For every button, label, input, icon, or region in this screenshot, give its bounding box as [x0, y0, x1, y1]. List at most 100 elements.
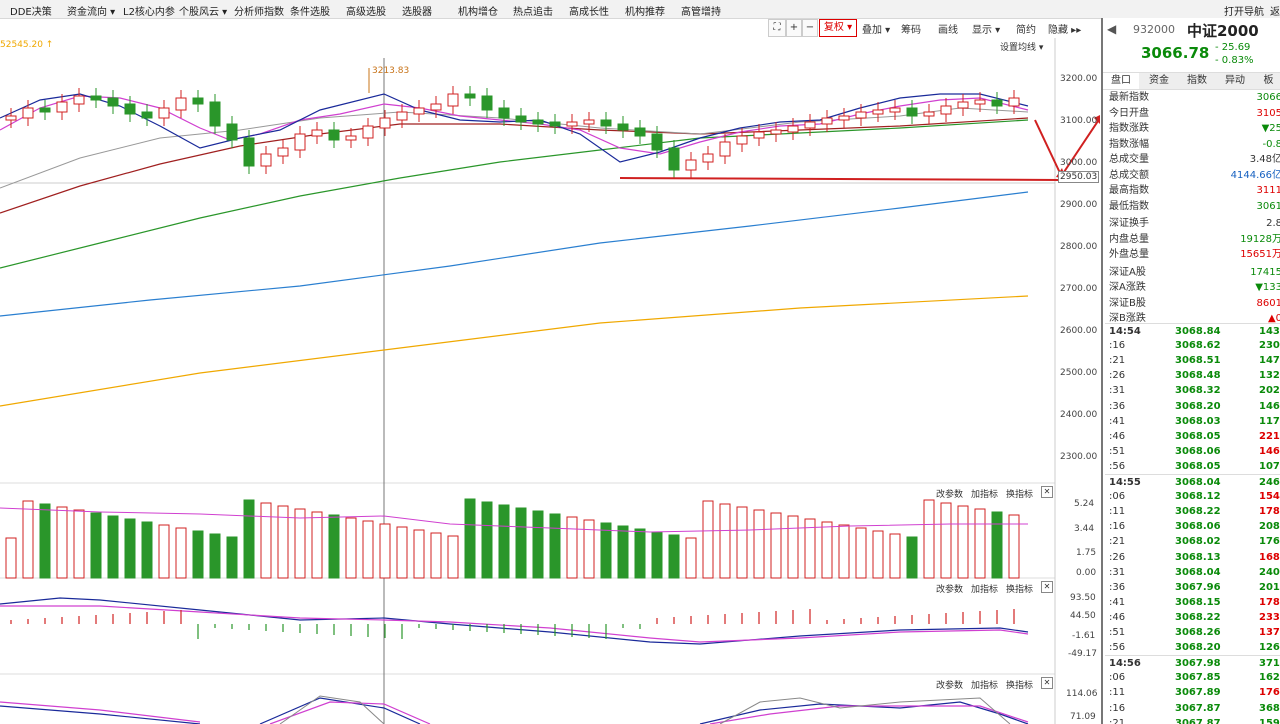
kdj-close-icon[interactable]: ✕ [1041, 677, 1053, 689]
tick-price: 3068.03 [1175, 415, 1221, 427]
fuquan-dropdown[interactable]: 复权 ▾ [819, 19, 857, 37]
vol-y-label: 5.24 [1074, 499, 1095, 509]
tick-volume: 1471 [1259, 355, 1280, 367]
volume-bar [56, 506, 68, 579]
kdj-edit-params-link[interactable]: 改参数 [936, 678, 963, 691]
macd-dif-line [0, 597, 1029, 645]
candle-body [294, 133, 306, 151]
kline-chart-area[interactable]: 52545.20 ↑ 3213.83 设置均线 ▾ 2950.03 3200.0… [0, 38, 1100, 724]
y-label: 2900.00 [1060, 200, 1098, 210]
tick-price: 3067.98 [1175, 658, 1221, 670]
macd-edit-params-link[interactable]: 改参数 [936, 582, 963, 595]
menu-l2[interactable]: L2核心内参 [123, 3, 175, 18]
menu-high-growth[interactable]: 高成长性 [569, 3, 609, 18]
tab-fund[interactable]: 资金 [1141, 73, 1177, 89]
simple-mode-button[interactable]: 简约 [1016, 21, 1036, 36]
candle-body [634, 127, 646, 137]
tab-sector[interactable]: 板 [1255, 73, 1280, 89]
tick-volume: 1375 [1259, 627, 1280, 638]
menu-condition-select[interactable]: 条件选股 [290, 3, 330, 18]
candle-body [685, 159, 697, 171]
candle-body [362, 125, 374, 139]
volume-bar [192, 530, 204, 579]
stat-value: 3066 [1256, 92, 1280, 103]
volume-bar [226, 536, 238, 579]
ma60-line [0, 119, 1029, 269]
zoom-out-icon[interactable]: − [802, 19, 818, 37]
candle-body [872, 109, 884, 115]
stat-row: 指数涨幅 -0.8 [1109, 137, 1280, 152]
index-code: 932000 [1133, 23, 1175, 36]
stat-value: 17415 [1250, 266, 1280, 278]
kdj-switch-indicator-link[interactable]: 换指标 [1006, 678, 1033, 691]
tick-row: :46 3068.22 2335 [1105, 610, 1280, 625]
tab-index[interactable]: 指数 [1179, 73, 1215, 89]
vol-close-icon[interactable]: ✕ [1041, 486, 1053, 498]
vol-edit-params-link[interactable]: 改参数 [936, 487, 963, 500]
tick-time: :56 [1109, 642, 1126, 654]
stat-row: 深证换手 2.8 [1109, 216, 1280, 231]
menu-analyst-index[interactable]: 分析师指数 [234, 3, 284, 18]
menu-advanced-select[interactable]: 高级选股 [346, 3, 386, 18]
index-change-pct: - 0.83% [1215, 55, 1254, 66]
macd-add-indicator-link[interactable]: 加指标 [971, 582, 998, 595]
tick-time: :36 [1109, 400, 1126, 412]
tick-volume: 2335 [1259, 611, 1280, 623]
volume-bar [447, 535, 459, 579]
stat-label: 最高指数 [1109, 185, 1149, 196]
candle-body [5, 115, 17, 121]
candle-body [702, 153, 714, 163]
kdj-add-indicator-link[interactable]: 加指标 [971, 678, 998, 691]
menu-stock-picker[interactable]: 选股器 [402, 3, 432, 18]
tick-row: :36 3068.20 1460 [1105, 399, 1280, 414]
tab-pankou[interactable]: 盘口 [1103, 73, 1139, 89]
menu-institution-add[interactable]: 机构增仓 [458, 3, 498, 18]
expand-icon[interactable]: ⛶ [768, 19, 786, 37]
volume-ma-line [0, 507, 1028, 533]
red-arrow-down [1034, 119, 1061, 174]
vol-add-indicator-link[interactable]: 加指标 [971, 487, 998, 500]
y-label: 3000.00 [1060, 158, 1098, 168]
menu-exec-increase[interactable]: 高管增持 [681, 3, 721, 18]
candle-body [719, 141, 731, 157]
overlay-dropdown[interactable]: 叠加 ▾ [862, 21, 890, 36]
menu-institution-recommend[interactable]: 机构推荐 [625, 3, 665, 18]
open-navigation-link[interactable]: 打开导航 [1224, 3, 1264, 18]
stat-label: 外盘总量 [1109, 249, 1149, 260]
display-dropdown[interactable]: 显示 ▾ [972, 21, 1000, 36]
tab-anomaly[interactable]: 异动 [1217, 73, 1253, 89]
stat-label: 最新指数 [1109, 92, 1149, 103]
tick-time: :31 [1109, 385, 1126, 397]
tick-volume: 1323 [1259, 370, 1280, 382]
chips-button[interactable]: 筹码 [901, 21, 921, 36]
stat-value: 19128万 [1240, 233, 1280, 245]
hide-panel-button[interactable]: 隐藏 ▸▸ [1048, 21, 1081, 36]
candle-body [311, 129, 323, 137]
stat-row: 今日开盘 3105 [1109, 106, 1280, 121]
tick-price: 3068.32 [1175, 385, 1221, 397]
tick-time: 14:56 [1109, 658, 1141, 670]
vol-switch-indicator-link[interactable]: 换指标 [1006, 487, 1033, 500]
return-link[interactable]: 返 [1270, 3, 1280, 18]
y-label: 2700.00 [1060, 284, 1098, 294]
draw-line-button[interactable]: 画线 [938, 21, 958, 36]
tick-time: :06 [1109, 672, 1126, 684]
zoom-in-icon[interactable]: + [786, 19, 802, 37]
menu-hot-chase[interactable]: 热点追击 [513, 3, 553, 18]
volume-bar [600, 522, 612, 579]
ma-settings-dropdown[interactable]: 设置均线 ▾ [1000, 40, 1043, 53]
candle-body [549, 121, 561, 127]
tick-price: 3068.06 [1175, 445, 1221, 457]
volume-bar [39, 503, 51, 579]
candle-body [447, 93, 459, 107]
macd-close-icon[interactable]: ✕ [1041, 581, 1053, 593]
tick-row: :16 3068.06 2088 [1105, 519, 1280, 534]
tick-price: 3068.84 [1175, 326, 1221, 337]
macd-switch-indicator-link[interactable]: 换指标 [1006, 582, 1033, 595]
collapse-arrow-icon[interactable]: ◀ [1107, 22, 1116, 36]
menu-stock-wind[interactable]: 个股风云 ▾ [179, 3, 227, 18]
tick-time: :51 [1109, 445, 1126, 457]
menu-fund-flow[interactable]: 资金流向 ▾ [67, 3, 115, 18]
volume-bar [345, 517, 357, 579]
menu-dde[interactable]: DDE决策 [10, 3, 52, 18]
